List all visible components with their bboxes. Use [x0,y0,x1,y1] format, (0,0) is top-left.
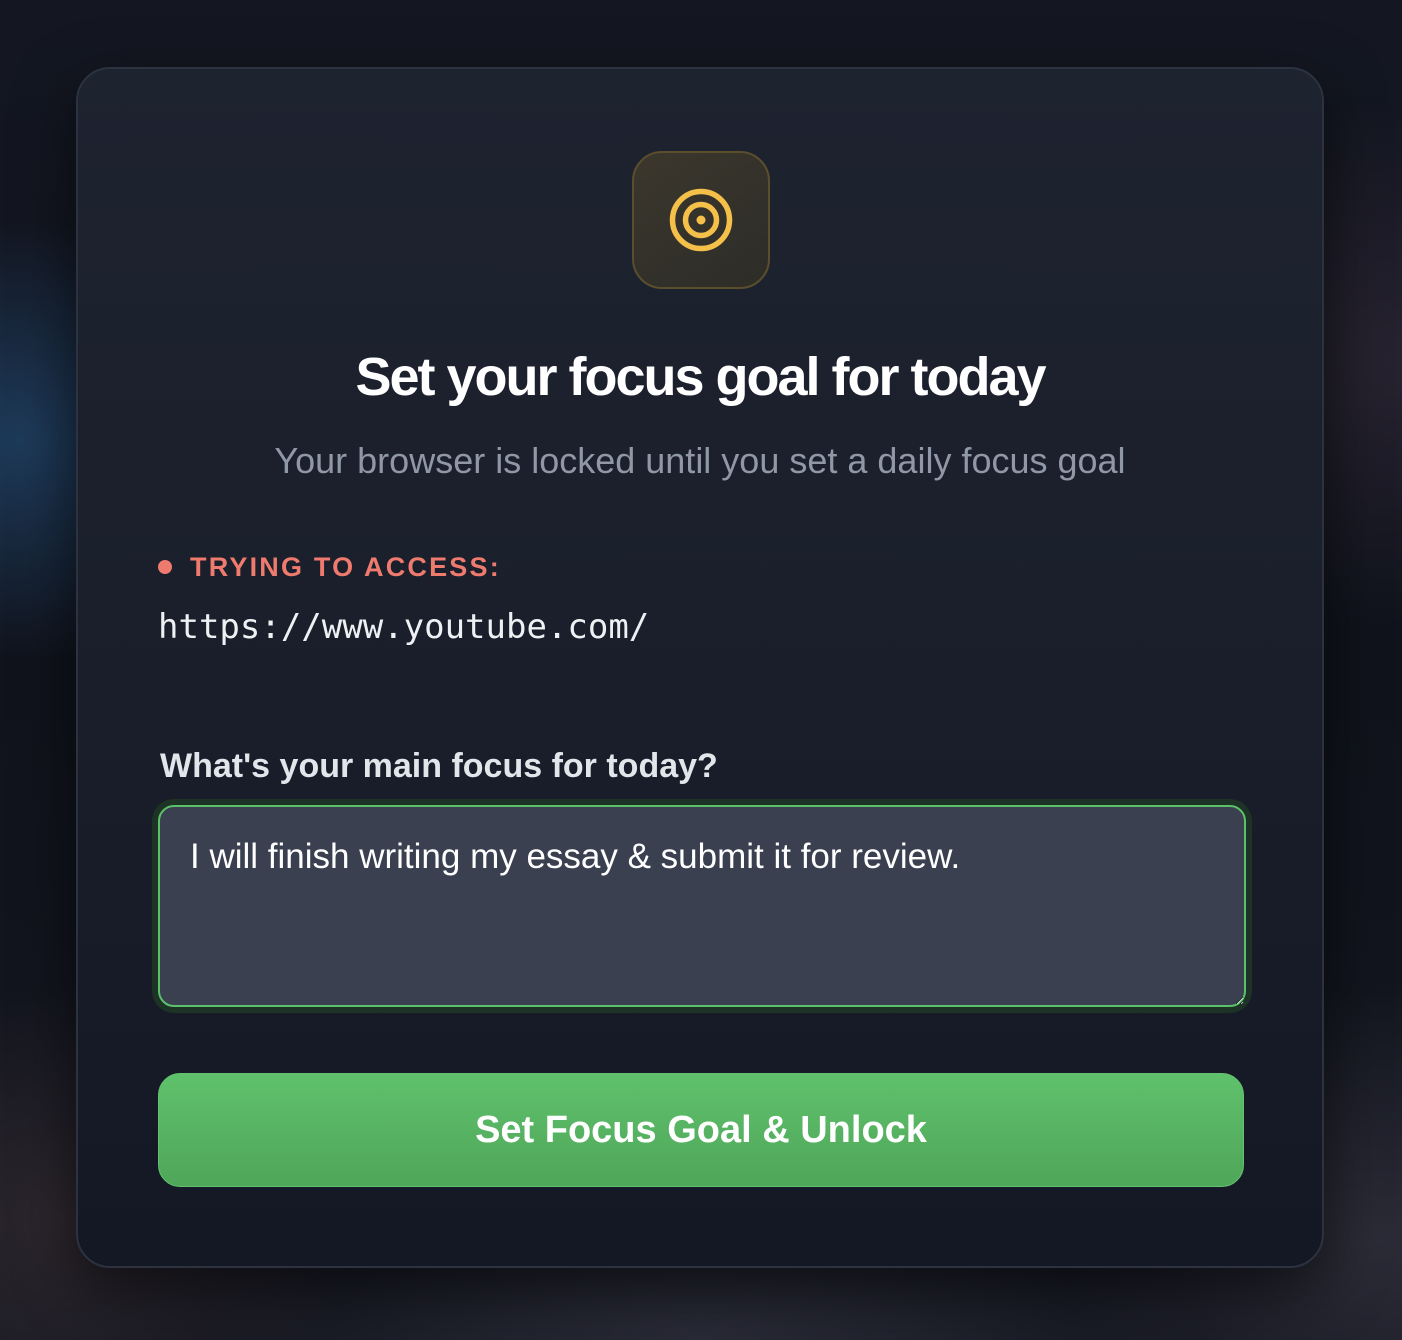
focus-goal-card: Set your focus goal for today Your brows… [76,67,1324,1268]
goal-field-focus-ring [152,799,1252,1013]
access-warning-label: TRYING TO ACCESS: [158,551,501,583]
target-icon [668,187,734,253]
focus-goal-textarea[interactable] [158,805,1246,1007]
app-logo [632,151,770,289]
goal-field-label: What's your main focus for today? [160,747,718,785]
access-label-text: TRYING TO ACCESS: [190,552,501,582]
set-focus-goal-button[interactable]: Set Focus Goal & Unlock [158,1073,1244,1187]
status-dot-icon [158,560,172,574]
page-subtitle: Your browser is locked until you set a d… [274,440,1126,481]
blocked-url: https://www.youtube.com/ [158,607,650,647]
page-title: Set your focus goal for today [355,347,1046,407]
